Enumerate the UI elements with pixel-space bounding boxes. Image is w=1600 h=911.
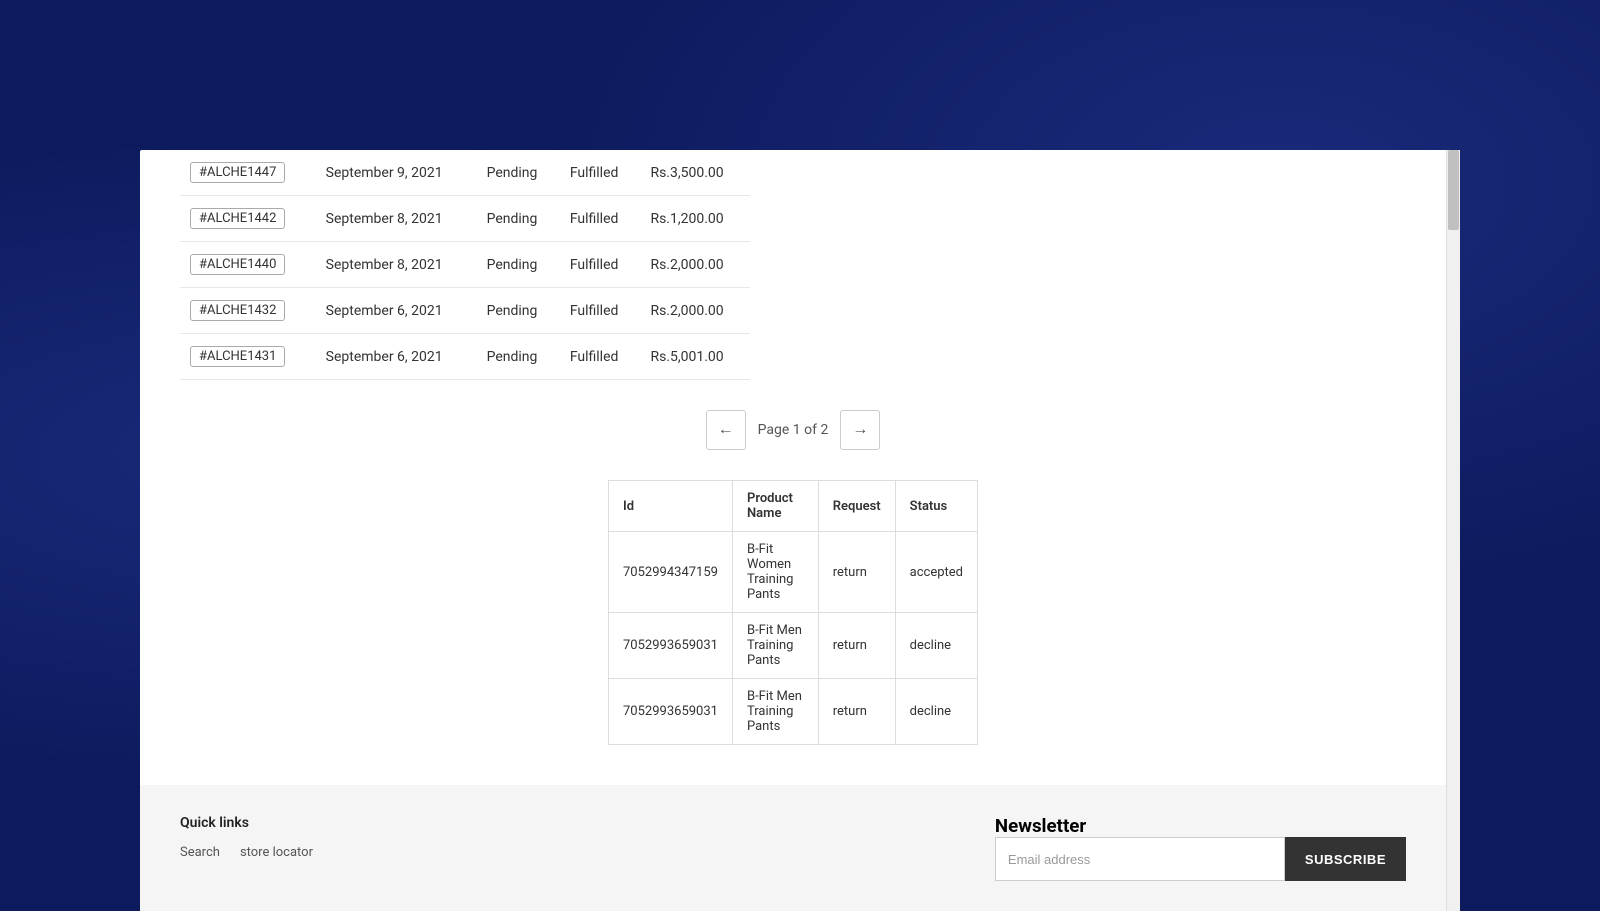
order-id-badge[interactable]: #ALCHE1432 (190, 300, 285, 321)
returns-column-header: Id (609, 481, 733, 532)
order-id-cell[interactable]: #ALCHE1442 (180, 196, 316, 242)
order-row: #ALCHE1432 September 6, 2021 Pending Ful… (180, 288, 750, 334)
order-payment-cell: Pending (477, 150, 560, 196)
order-id-badge[interactable]: #ALCHE1440 (190, 254, 285, 275)
return-row: 7052993659031 B-Fit Men Training Pants r… (609, 679, 978, 745)
return-product-cell: B-Fit Men Training Pants (732, 613, 818, 679)
return-request-cell: return (818, 613, 895, 679)
footer-link[interactable]: Search (180, 845, 220, 860)
returns-header-row: IdProduct NameRequestStatus (609, 481, 978, 532)
order-fulfillment-cell: Fulfilled (560, 334, 641, 380)
order-date-cell: September 6, 2021 (316, 334, 477, 380)
returns-column-header: Status (895, 481, 977, 532)
next-page-button[interactable]: → (840, 410, 880, 450)
newsletter-section: Newsletter SUBSCRIBE (995, 815, 1406, 881)
footer: Quick links Search store locator Newslett… (140, 785, 1446, 911)
footer-link[interactable]: store locator (240, 845, 313, 860)
newsletter-title: Newsletter (995, 815, 1406, 837)
orders-table: #ALCHE1447 September 9, 2021 Pending Ful… (180, 150, 750, 380)
main-container: #ALCHE1447 September 9, 2021 Pending Ful… (140, 150, 1460, 911)
order-date-cell: September 9, 2021 (316, 150, 477, 196)
newsletter-form: SUBSCRIBE (995, 837, 1406, 881)
subscribe-button[interactable]: SUBSCRIBE (1285, 837, 1406, 881)
returns-table: IdProduct NameRequestStatus 705299434715… (608, 480, 978, 745)
order-payment-cell: Pending (477, 196, 560, 242)
return-product-cell: B-Fit Women Training Pants (732, 532, 818, 613)
order-date-cell: September 8, 2021 (316, 196, 477, 242)
scrollbar-track[interactable] (1446, 150, 1460, 911)
order-payment-cell: Pending (477, 242, 560, 288)
return-id-cell: 7052993659031 (609, 679, 733, 745)
order-amount-cell: Rs.5,001.00 (640, 334, 750, 380)
order-amount-cell: Rs.2,000.00 (640, 242, 750, 288)
order-fulfillment-cell: Fulfilled (560, 196, 641, 242)
returns-column-header: Product Name (732, 481, 818, 532)
order-row: #ALCHE1442 September 8, 2021 Pending Ful… (180, 196, 750, 242)
order-amount-cell: Rs.3,500.00 (640, 150, 750, 196)
order-fulfillment-cell: Fulfilled (560, 150, 641, 196)
email-input[interactable] (995, 837, 1285, 881)
quick-links-section: Quick links Search store locator (180, 815, 313, 860)
order-row: #ALCHE1440 September 8, 2021 Pending Ful… (180, 242, 750, 288)
pagination: ← Page 1 of 2 → (180, 380, 1406, 480)
order-id-cell[interactable]: #ALCHE1432 (180, 288, 316, 334)
return-status-cell: decline (895, 613, 977, 679)
return-request-cell: return (818, 679, 895, 745)
return-row: 7052993659031 B-Fit Men Training Pants r… (609, 613, 978, 679)
returns-section: IdProduct NameRequestStatus 705299434715… (180, 480, 1406, 785)
order-row: #ALCHE1431 September 6, 2021 Pending Ful… (180, 334, 750, 380)
order-payment-cell: Pending (477, 288, 560, 334)
order-date-cell: September 6, 2021 (316, 288, 477, 334)
prev-page-button[interactable]: ← (706, 410, 746, 450)
order-amount-cell: Rs.1,200.00 (640, 196, 750, 242)
return-status-cell: decline (895, 679, 977, 745)
order-fulfillment-cell: Fulfilled (560, 242, 641, 288)
return-row: 7052994347159 B-Fit Women Training Pants… (609, 532, 978, 613)
order-id-badge[interactable]: #ALCHE1447 (190, 162, 285, 183)
content-area: #ALCHE1447 September 9, 2021 Pending Ful… (140, 150, 1446, 785)
order-fulfillment-cell: Fulfilled (560, 288, 641, 334)
order-payment-cell: Pending (477, 334, 560, 380)
order-id-badge[interactable]: #ALCHE1442 (190, 208, 285, 229)
order-id-cell[interactable]: #ALCHE1440 (180, 242, 316, 288)
prev-arrow-icon: ← (718, 421, 734, 439)
return-status-cell: accepted (895, 532, 977, 613)
order-id-cell[interactable]: #ALCHE1431 (180, 334, 316, 380)
returns-column-header: Request (818, 481, 895, 532)
order-id-cell[interactable]: #ALCHE1447 (180, 150, 316, 196)
return-request-cell: return (818, 532, 895, 613)
order-date-cell: September 8, 2021 (316, 242, 477, 288)
scrollbar-thumb[interactable] (1448, 150, 1459, 230)
order-amount-cell: Rs.2,000.00 (640, 288, 750, 334)
return-id-cell: 7052993659031 (609, 613, 733, 679)
quick-links-title: Quick links (180, 815, 313, 831)
return-id-cell: 7052994347159 (609, 532, 733, 613)
return-product-cell: B-Fit Men Training Pants (732, 679, 818, 745)
pagination-text: Page 1 of 2 (758, 422, 829, 438)
next-arrow-icon: → (852, 421, 868, 439)
order-row: #ALCHE1447 September 9, 2021 Pending Ful… (180, 150, 750, 196)
order-id-badge[interactable]: #ALCHE1431 (190, 346, 285, 367)
footer-links: Search store locator (180, 845, 313, 860)
